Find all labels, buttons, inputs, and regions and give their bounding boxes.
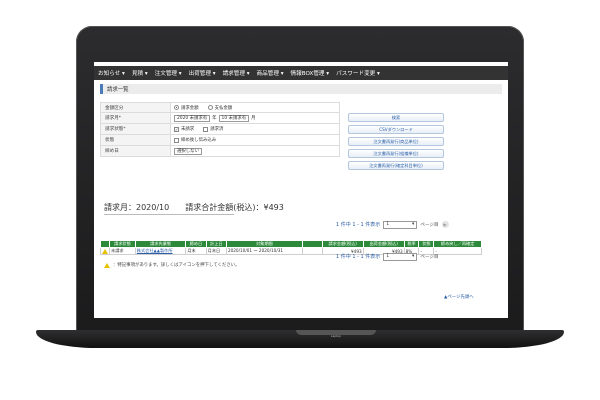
search-form: 金額区分 請求金額 支払金額 請求月* 2020 未請求有 年 10 未請求有 … (100, 102, 340, 157)
col-shipping-amount: 出荷金額(税込) (362, 240, 405, 248)
billing-amount-label: 請求金額 (181, 105, 199, 111)
billing-status-label: 請求状態* (101, 124, 171, 134)
pager-top: 1 件中 1 - 1 件表示 1 ▾ ページ目 ▶ (336, 220, 449, 229)
amount-type-label: 金額区分 (101, 103, 171, 112)
unbilled-checkbox[interactable]: ✓ (174, 126, 179, 132)
state-label: 状態 (101, 135, 171, 145)
nav-estimate[interactable]: 見積 ▾ (132, 69, 148, 77)
page-title-bar: 請求一覧 (100, 84, 502, 94)
state-checkbox[interactable] (174, 137, 179, 143)
stage: お知らせ ▾ 見積 ▾ 注文管理 ▾ 出荷管理 ▾ 請求管理 ▾ 商品管理 ▾ … (0, 0, 600, 400)
closing-day-label: 締め日 (101, 146, 171, 156)
page-select[interactable]: 1 ▾ (383, 220, 418, 229)
col-closing-day: 締め日 (185, 240, 207, 248)
billed-label: 請求済 (210, 127, 224, 132)
billing-month-row: 請求月* 2020 未請求有 年 10 未請求有 月 (100, 113, 340, 124)
nav-products[interactable]: 商品管理 ▾ (257, 69, 284, 77)
nav-news[interactable]: お知らせ ▾ (98, 69, 125, 77)
col-billing-status: 請求状態 (109, 240, 136, 248)
col-customer: 請求先業態 (134, 240, 187, 248)
year-select[interactable]: 2020 未請求有 (174, 114, 211, 122)
col-period: 対象期間 (225, 240, 303, 248)
cell-billing-status: 未請求 (109, 247, 136, 255)
col-blank (301, 240, 323, 248)
payment-amount-label: 支払金額 (214, 105, 233, 111)
billed-checkbox[interactable] (203, 126, 209, 132)
billing-amount-radio[interactable] (174, 105, 179, 110)
csv-download-button[interactable]: CSVダウンロード (348, 125, 444, 134)
billing-month-label: 請求月* (101, 113, 171, 123)
state-check-label: 締め後し伝み込み (181, 138, 217, 143)
note-warning-icon (104, 262, 110, 268)
nav-billing[interactable]: 請求管理 ▾ (223, 69, 250, 77)
cell-record-date: 月末日 (205, 247, 227, 255)
year-unit: 年 (212, 116, 217, 121)
row-warning-cell[interactable] (100, 247, 110, 255)
top-nav: お知らせ ▾ 見積 ▾ 注文管理 ▾ 出荷管理 ▾ 請求管理 ▾ 商品管理 ▾ … (94, 66, 508, 80)
action-buttons: 検索 CSVダウンロード 注文書再発行(商品単位) 注文書再発行(組織単位) 注… (348, 113, 444, 173)
reissue-product-button[interactable]: 注文書再発行(商品単位) (348, 137, 444, 146)
col-tax-rate: 税率 (403, 240, 420, 248)
pager-bottom: 1 件中 1 - 1 件表示 1 ▾ ページ目 (336, 252, 439, 261)
cell-closing-day: 月末 (185, 247, 207, 255)
table-header-row: 請求状態 請求先業態 締め日 計上日 対象期間 請求金額(税込) 出荷金額(税込… (100, 240, 482, 248)
summary-total: 請求合計金額(税込)：¥493 (185, 203, 284, 212)
unbilled-label: 未請求 (181, 127, 195, 132)
page-suffix: ページ目 (420, 222, 439, 228)
billing-status-row: 請求状態* ✓ 未請求 請求済 (100, 124, 340, 135)
col-billing-amount: 請求金額(税込) (321, 240, 364, 248)
col-state: 状態 (418, 240, 435, 248)
warning-icon[interactable] (102, 248, 108, 254)
state-row: 状態 締め後し伝み込み (100, 135, 340, 146)
laptop-brand: Laptop (330, 334, 342, 338)
nav-orders[interactable]: 注文管理 ▾ (155, 69, 182, 77)
cell-period: 2020/10/01 ～ 2020/10/31 (225, 247, 303, 255)
closing-day-row: 締め日 選択しない (100, 146, 340, 157)
pager-info: 1 件中 1 - 1 件表示 (336, 222, 381, 228)
cell-blank (301, 247, 323, 255)
payment-amount-radio[interactable] (207, 105, 213, 110)
page-select-bottom[interactable]: 1 ▾ (383, 252, 418, 261)
col-record-date: 計上日 (205, 240, 227, 248)
page-title: 請求一覧 (107, 87, 129, 93)
cell-reconfirm: - (433, 247, 482, 255)
reissue-fixed-button[interactable]: 注文書再発行(確定科目単位) (348, 161, 444, 170)
nav-password[interactable]: パスワード変更 ▾ (336, 69, 380, 77)
laptop-screen: お知らせ ▾ 見積 ▾ 注文管理 ▾ 出荷管理 ▾ 請求管理 ▾ 商品管理 ▾ … (94, 62, 508, 318)
month-unit: 月 (251, 116, 256, 121)
col-reconfirm: 締め戻し／再確定 (433, 240, 482, 248)
back-to-top-link[interactable]: ▲ページ先頭へ (444, 294, 474, 300)
note-line: ：特記事項があります。詳しくはアイコンを押下してください。 (104, 262, 239, 268)
pager-info-bottom: 1 件中 1 - 1 件表示 (336, 254, 381, 260)
cell-customer-link[interactable]: 株式会社▲▲製作所 (134, 247, 187, 255)
nav-infobox[interactable]: 情報BOX管理 ▾ (291, 69, 330, 77)
billing-summary: 請求月：2020/10 請求合計金額(税込)：¥493 (104, 202, 504, 213)
amount-type-row: 金額区分 請求金額 支払金額 (100, 102, 340, 113)
summary-divider (104, 214, 234, 215)
month-select[interactable]: 10 未請求有 (218, 114, 250, 122)
col-icon (100, 240, 110, 248)
next-page-icon[interactable]: ▶ (441, 221, 449, 228)
page-suffix-bottom: ページ目 (420, 254, 439, 260)
closing-day-select[interactable]: 選択しない (174, 147, 202, 155)
reissue-organization-button[interactable]: 注文書再発行(組織単位) (348, 149, 444, 158)
note-text: ：特記事項があります。詳しくはアイコンを押下してください。 (113, 263, 240, 268)
summary-month: 請求月：2020/10 (104, 203, 170, 212)
search-button[interactable]: 検索 (348, 113, 444, 122)
nav-shipping[interactable]: 出荷管理 ▾ (189, 69, 216, 77)
laptop-base: Laptop (36, 330, 564, 348)
